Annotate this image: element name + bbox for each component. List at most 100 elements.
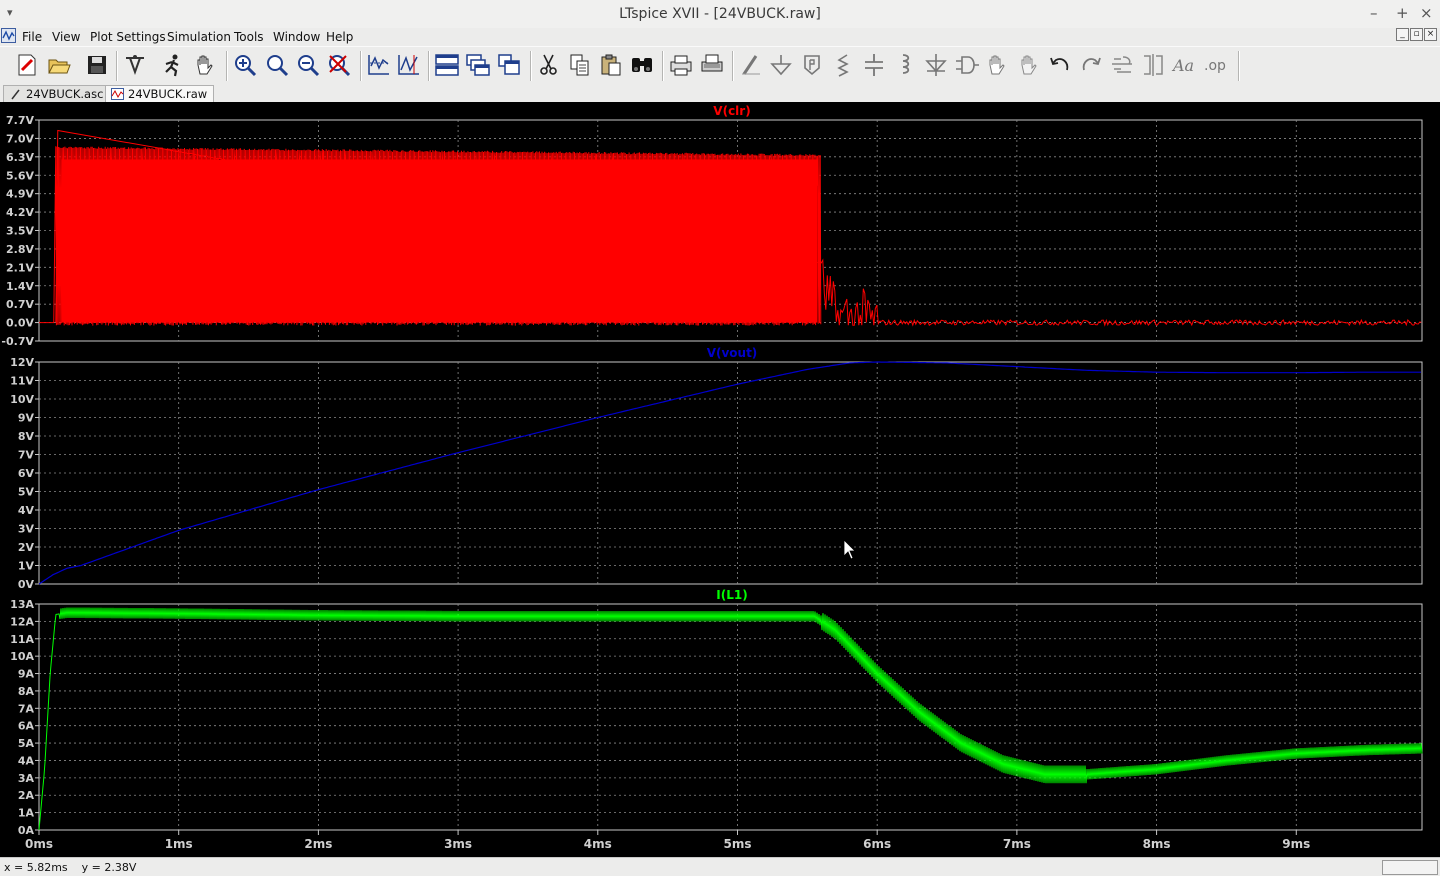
menu-bar: File View Plot Settings Simulation Tools… (0, 28, 1440, 46)
text-icon[interactable]: Aa (1171, 52, 1197, 78)
component-icon[interactable] (954, 52, 980, 78)
redo-icon[interactable] (1078, 52, 1104, 78)
waveform-viewer[interactable]: V(clr) 7.7V 7.0V 6.3V 5.6V 4.9V 4.2V 3.5V 2.8V 2… (0, 102, 1440, 857)
drag-icon[interactable] (1016, 52, 1042, 78)
y-tick-label: 7.0V (6, 132, 34, 145)
x-tick-label: 1ms (165, 837, 193, 851)
y-tick-label: 4A (18, 754, 35, 767)
print-preview-icon[interactable] (668, 52, 694, 78)
trace-il1[interactable] (38, 607, 1423, 831)
x-tick-label: 5ms (723, 837, 751, 851)
y-tick-label: 6V (18, 467, 35, 480)
y-tick-label: 3A (18, 772, 35, 785)
x-axis: 0ms 1ms 2ms 3ms 4ms 5ms 6ms 7ms 8ms 9ms (25, 830, 1310, 851)
menu-view[interactable]: View (52, 30, 80, 44)
close-button[interactable]: × (1420, 4, 1433, 22)
tab-24vbuck-asc[interactable]: 24VBUCK.asc (3, 85, 111, 103)
document-tabs: 24VBUCK.asc 24VBUCK.raw (0, 84, 1440, 103)
mirror-icon[interactable] (1140, 52, 1166, 78)
svg-text:.op: .op (1204, 58, 1226, 74)
minimize-button[interactable]: – (1370, 4, 1378, 22)
zoom-cancel-icon[interactable] (326, 52, 352, 78)
cut-icon[interactable] (536, 52, 562, 78)
resistor-icon[interactable] (830, 52, 856, 78)
run-icon[interactable] (160, 52, 186, 78)
print-icon[interactable] (699, 52, 725, 78)
menu-file[interactable]: File (22, 30, 42, 44)
x-tick-label: 9ms (1282, 837, 1310, 851)
menu-tools[interactable]: Tools (234, 30, 264, 44)
spice-directive-icon[interactable]: .op (1202, 52, 1228, 78)
y-tick-label: 7V (18, 449, 35, 462)
y-tick-label: 1.4V (6, 280, 34, 293)
y-tick-label: 0V (18, 578, 35, 591)
cursor-readout: x = 5.82ms y = 2.38V (4, 861, 137, 874)
plot-frame (38, 603, 1423, 831)
trace-title-il1[interactable]: I(L1) (716, 588, 747, 602)
y-tick-label: 10A (10, 650, 34, 663)
zoom-area-icon[interactable] (264, 52, 290, 78)
tab-24vbuck-raw[interactable]: 24VBUCK.raw (105, 85, 215, 103)
menu-window[interactable]: Window (273, 30, 320, 44)
menu-help[interactable]: Help (326, 30, 353, 44)
copy-icon[interactable] (567, 52, 593, 78)
y-tick-label: 8V (18, 430, 35, 443)
zoom-out-icon[interactable] (295, 52, 321, 78)
diode-icon[interactable] (923, 52, 949, 78)
pan-hand-icon[interactable] (192, 52, 218, 78)
y-tick-label: 9A (18, 668, 35, 681)
zoom-in-icon[interactable] (232, 52, 258, 78)
new-schematic-icon[interactable] (14, 52, 40, 78)
find-icon[interactable] (629, 52, 655, 78)
app-icon[interactable] (1, 28, 16, 43)
mdi-controls: _ ▫ × (1396, 28, 1437, 41)
save-icon[interactable] (84, 52, 110, 78)
y-tick-label: 2V (18, 541, 35, 554)
menu-simulation[interactable]: Simulation (167, 30, 231, 44)
trace-title-vout[interactable]: V(vout) (707, 346, 758, 360)
control-panel-icon[interactable] (122, 52, 148, 78)
y-tick-label: 4.9V (6, 188, 34, 201)
y-tick-label: 7A (18, 702, 35, 715)
undo-icon[interactable] (1047, 52, 1073, 78)
capacitor-icon[interactable] (861, 52, 887, 78)
rotate-icon[interactable] (1109, 52, 1135, 78)
svg-text:Aa: Aa (1171, 56, 1194, 75)
maximize-button[interactable]: + (1396, 4, 1409, 22)
autorange-icon[interactable] (366, 52, 392, 78)
open-icon[interactable] (46, 52, 72, 78)
pane-vclr[interactable]: V(clr) 7.7V 7.0V 6.3V 5.6V 4.9V 4.2V 3.5V 2.8V 2… (1, 104, 1423, 348)
menu-plot-settings[interactable]: Plot Settings (90, 30, 166, 44)
wire-icon[interactable] (738, 52, 764, 78)
pane-vout[interactable]: V(vout) 12V 11V 10V 9V 8V 7V 6V 5V 4V 3V 2V 1V 0V (10, 346, 1423, 591)
mdi-close-button[interactable]: × (1424, 28, 1437, 41)
y-tick-label: 1A (18, 807, 35, 820)
x-tick-label: 0ms (25, 837, 53, 851)
tile-horizontal-icon[interactable] (434, 52, 460, 78)
move-icon[interactable] (985, 52, 1011, 78)
y-tick-label: 2.8V (6, 243, 34, 256)
tile-vertical-icon[interactable] (497, 52, 523, 78)
y-tick-label: 9V (18, 412, 35, 425)
status-bar: x = 5.82ms y = 2.38V (0, 857, 1440, 876)
tab-label: 24VBUCK.asc (26, 87, 104, 101)
x-tick-label: 4ms (584, 837, 612, 851)
x-tick-label: 6ms (863, 837, 891, 851)
mdi-restore-button[interactable]: ▫ (1410, 28, 1423, 41)
schematic-tab-icon (11, 89, 20, 100)
pane-il1[interactable]: I(L1) 13A 12A 11A 10A 9A 8A 7A 6A 5A 4A 3A 2A 1A 0A (10, 588, 1423, 837)
inductor-icon[interactable] (892, 52, 918, 78)
y-tick-label: 5V (18, 486, 35, 499)
cascade-icon[interactable] (465, 52, 491, 78)
mdi-minimize-button[interactable]: _ (1396, 28, 1409, 41)
y-tick-label: 12V (10, 356, 34, 369)
trace-title-vclr[interactable]: V(clr) (713, 104, 750, 118)
paste-icon[interactable] (598, 52, 624, 78)
y-tick-label: 11A (10, 633, 34, 646)
pick-visible-traces-icon[interactable] (396, 52, 422, 78)
y-tick-label: 10V (10, 393, 34, 406)
label-net-icon[interactable] (799, 52, 825, 78)
y-tick-label: 2A (18, 789, 35, 802)
x-tick-label: 3ms (444, 837, 472, 851)
ground-icon[interactable] (768, 52, 794, 78)
